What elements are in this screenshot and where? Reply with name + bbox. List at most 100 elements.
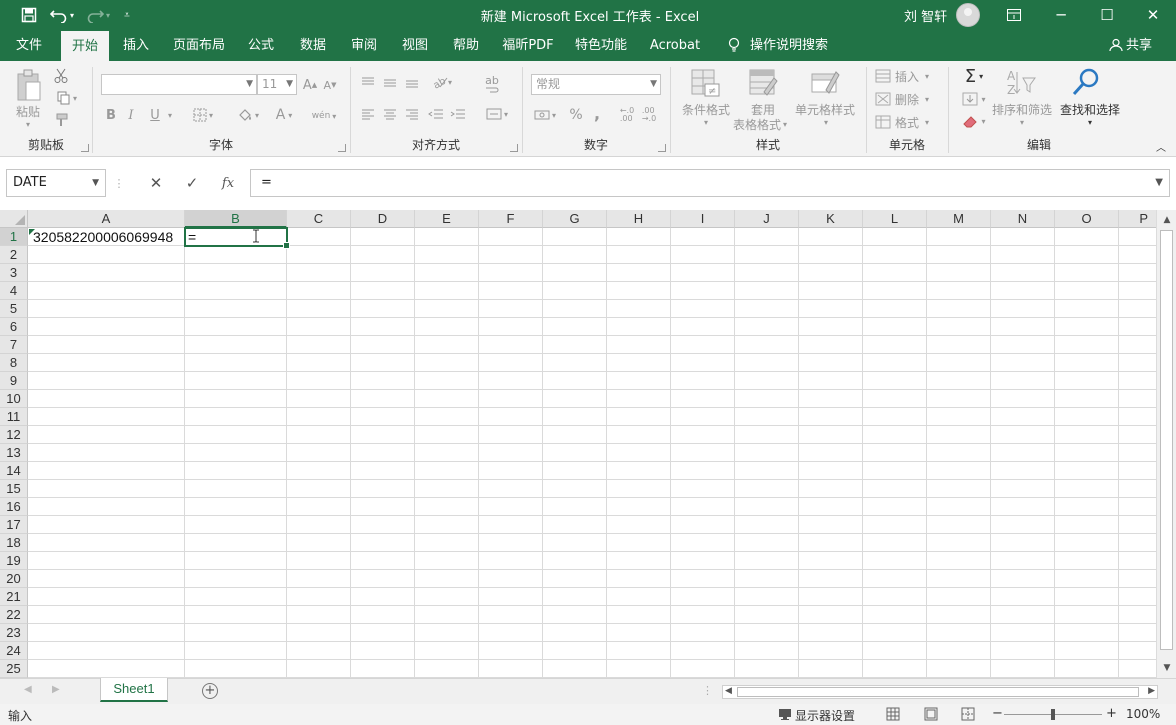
vertical-scrollbar[interactable]: ▲ ▼ [1156, 210, 1176, 678]
conditional-format-dropdown-icon[interactable]: ▾ [699, 117, 713, 127]
row-header[interactable]: 15 [0, 480, 28, 498]
row-header[interactable]: 3 [0, 264, 28, 282]
alignment-launcher-icon[interactable] [510, 144, 518, 152]
decrease-decimal-icon[interactable]: .00 →.0 [639, 105, 659, 125]
wrap-text-icon[interactable]: ab [481, 71, 503, 99]
tab-page-layout[interactable]: 页面布局 [166, 30, 232, 61]
display-settings-icon[interactable] [778, 707, 792, 721]
cell-styles-icon[interactable] [809, 67, 841, 99]
underline-dropdown-icon[interactable]: ▾ [165, 105, 175, 125]
scroll-down-icon[interactable]: ▼ [1157, 660, 1176, 676]
lightbulb-icon[interactable] [722, 30, 746, 61]
row-header[interactable]: 10 [0, 390, 28, 408]
find-select-dropdown-icon[interactable]: ▾ [1083, 117, 1097, 127]
font-color-icon[interactable]: A ▾ [269, 105, 299, 125]
column-header[interactable]: G [543, 210, 607, 228]
align-center-icon[interactable] [381, 105, 399, 123]
row-header[interactable]: 9 [0, 372, 28, 390]
cancel-entry-icon[interactable]: ✕ [139, 169, 173, 197]
number-launcher-icon[interactable] [658, 144, 666, 152]
select-all-button[interactable] [0, 210, 28, 228]
scroll-right-icon[interactable]: ▶ [1148, 686, 1155, 696]
copy-icon[interactable]: ▾ [52, 89, 82, 107]
sheet-tab[interactable]: Sheet1 [100, 678, 168, 702]
align-top-icon[interactable] [359, 73, 377, 91]
paste-icon[interactable] [14, 67, 44, 103]
tab-file[interactable]: 文件 [6, 30, 52, 61]
row-header[interactable]: 19 [0, 552, 28, 570]
page-break-view-icon[interactable] [961, 707, 975, 721]
row-header[interactable]: 16 [0, 498, 28, 516]
tab-foxit-pdf[interactable]: 福昕PDF [494, 30, 562, 61]
conditional-format-button[interactable]: 条件格式 [675, 101, 737, 117]
column-header[interactable]: K [799, 210, 863, 228]
tabs-split-icon[interactable]: ⋮ [702, 684, 713, 697]
row-header[interactable]: 18 [0, 534, 28, 552]
row-header[interactable]: 4 [0, 282, 28, 300]
grow-font-icon[interactable]: A ▲ [301, 75, 319, 95]
close-button[interactable]: ✕ [1130, 0, 1176, 30]
row-header[interactable]: 17 [0, 516, 28, 534]
sort-filter-icon[interactable]: AZ [1003, 67, 1039, 99]
tab-home[interactable]: 开始 [61, 30, 109, 61]
cut-icon[interactable] [52, 67, 70, 85]
customize-qat-icon[interactable]: ⩡ [118, 4, 136, 26]
cell-a1[interactable]: 320582200006069948 [33, 228, 183, 246]
display-settings-button[interactable]: 显示器设置 [795, 707, 855, 724]
column-header[interactable]: P [1119, 210, 1156, 228]
row-header[interactable]: 14 [0, 462, 28, 480]
tab-data[interactable]: 数据 [290, 30, 336, 61]
align-right-icon[interactable] [403, 105, 421, 123]
phonetic-icon[interactable]: wén ▾ [307, 103, 341, 129]
number-format-select[interactable]: 常规 ▼ [531, 74, 661, 95]
merge-center-icon[interactable]: ▾ [481, 105, 513, 123]
confirm-entry-icon[interactable]: ✓ [175, 169, 209, 197]
ribbon-display-icon[interactable] [991, 0, 1037, 30]
orientation-icon[interactable]: ab ▾ [427, 73, 457, 91]
underline-button[interactable]: U [147, 105, 163, 125]
tab-help[interactable]: 帮助 [443, 30, 489, 61]
increase-decimal-icon[interactable]: ←.0.00 [617, 105, 637, 125]
tab-insert[interactable]: 插入 [112, 30, 160, 61]
search-icon[interactable] [1069, 65, 1103, 99]
shrink-font-icon[interactable]: A ▼ [321, 75, 339, 95]
worksheet-grid[interactable]: A B C D E F G H I J K L M N O P 1 2 3 4 [0, 210, 1156, 678]
column-header[interactable]: D [351, 210, 415, 228]
row-header[interactable]: 20 [0, 570, 28, 588]
column-header[interactable]: I [671, 210, 735, 228]
font-size-select[interactable]: 11 ▼ [257, 74, 297, 95]
format-cells-button[interactable]: 格式 ▾ [875, 113, 945, 131]
percent-button[interactable]: % [567, 105, 585, 125]
align-left-icon[interactable] [359, 105, 377, 123]
row-header[interactable]: 12 [0, 426, 28, 444]
format-painter-icon[interactable] [52, 111, 70, 129]
normal-view-icon[interactable] [886, 707, 900, 721]
row-header[interactable]: 1 [0, 228, 28, 246]
redo-icon[interactable]: ▾ [84, 4, 112, 26]
clipboard-launcher-icon[interactable] [81, 144, 89, 152]
row-header[interactable]: 23 [0, 624, 28, 642]
tab-formulas[interactable]: 公式 [238, 30, 284, 61]
fill-color-icon[interactable]: ▾ [233, 105, 263, 125]
row-header[interactable]: 8 [0, 354, 28, 372]
align-middle-icon[interactable] [381, 73, 399, 91]
user-name[interactable]: 刘 智轩 [904, 6, 947, 25]
minimize-button[interactable]: ─ [1038, 0, 1084, 30]
tell-me-search[interactable]: 操作说明搜索 [750, 30, 830, 61]
tab-review[interactable]: 审阅 [341, 30, 387, 61]
vertical-scroll-thumb[interactable] [1160, 230, 1173, 650]
undo-icon[interactable]: ▾ [48, 4, 76, 26]
zoom-level[interactable]: 100% [1126, 707, 1160, 721]
share-button[interactable]: 共享 [1126, 30, 1156, 61]
prev-sheet-icon[interactable]: ◀ [24, 684, 32, 695]
row-header[interactable]: 7 [0, 336, 28, 354]
save-icon[interactable] [14, 4, 44, 26]
increase-indent-icon[interactable] [449, 105, 467, 123]
fill-icon[interactable]: ▾ [957, 89, 991, 109]
scroll-left-icon[interactable]: ◀ [725, 686, 732, 696]
column-header[interactable]: O [1055, 210, 1119, 228]
column-header[interactable]: B [185, 210, 287, 228]
delete-cells-button[interactable]: 删除 ▾ [875, 90, 945, 108]
row-header[interactable]: 2 [0, 246, 28, 264]
paste-button[interactable]: 粘贴 [10, 103, 46, 119]
